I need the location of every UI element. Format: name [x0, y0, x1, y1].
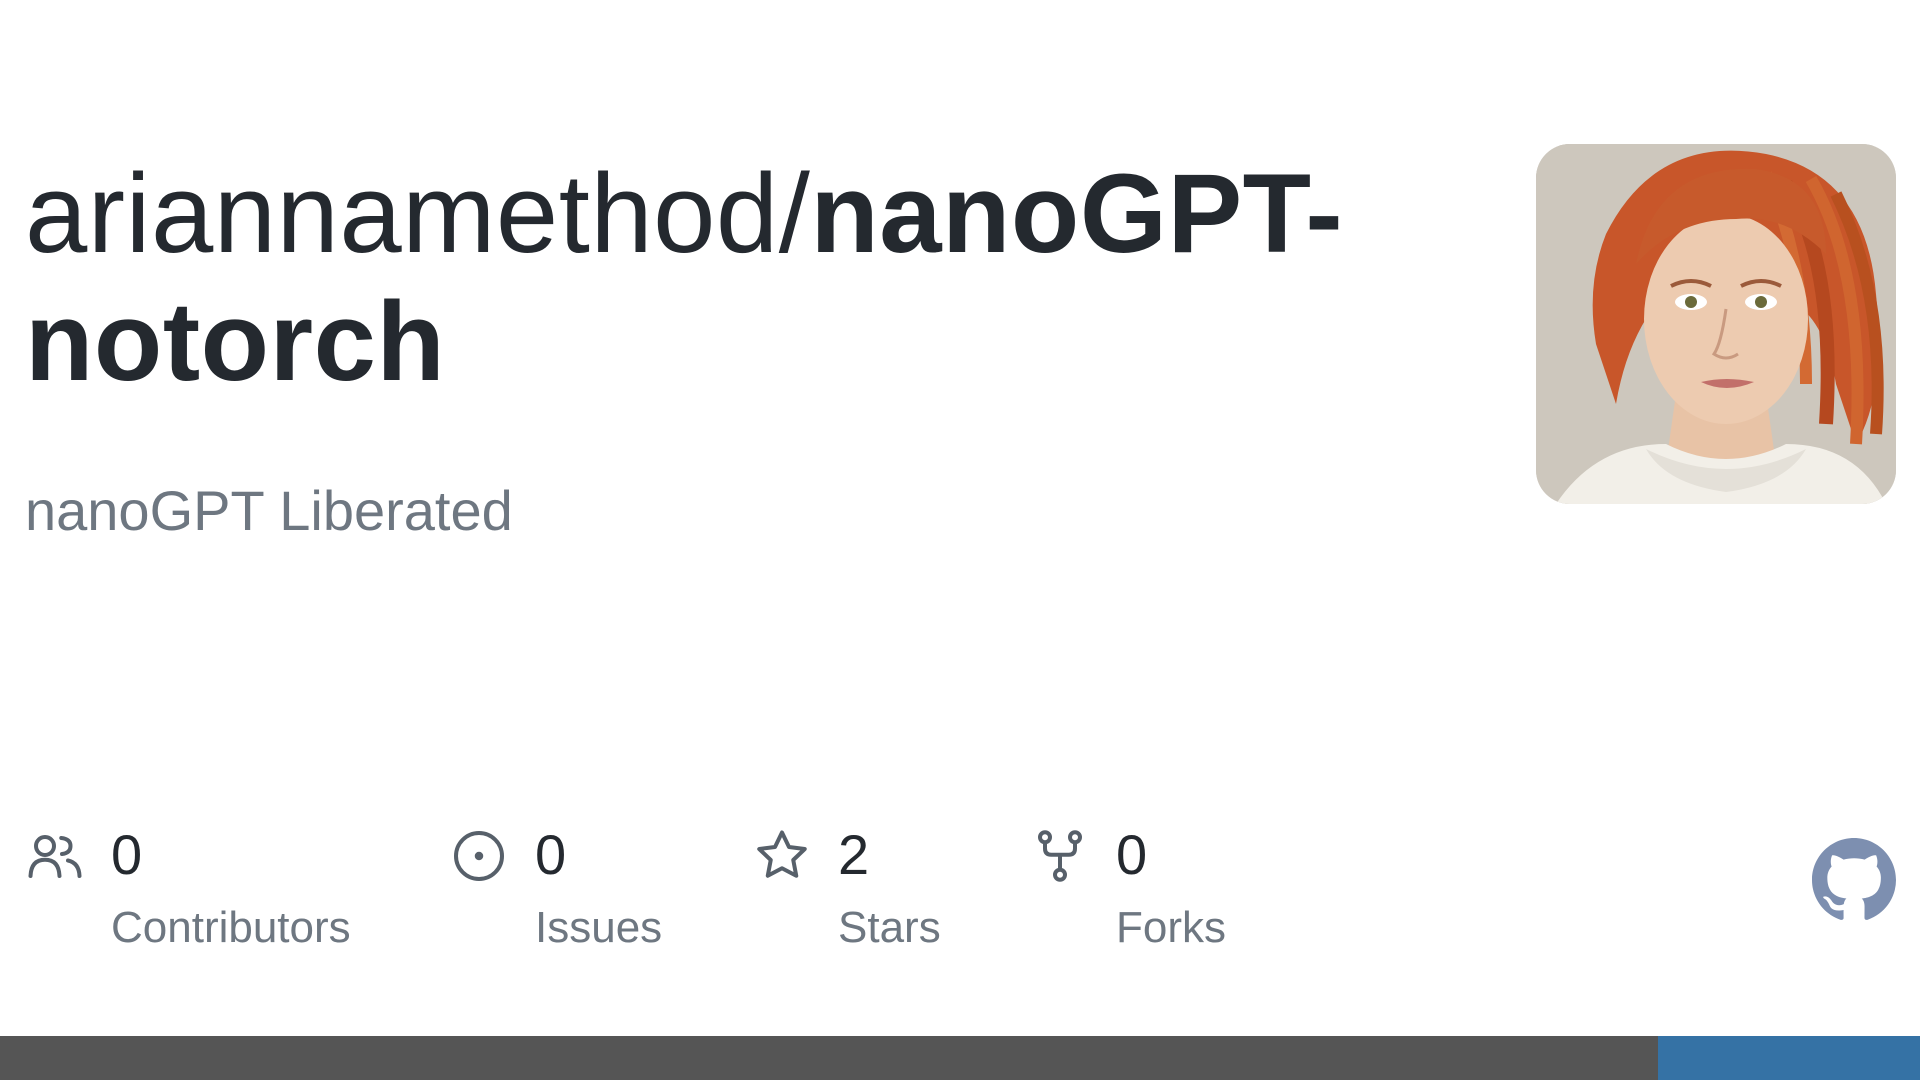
owner-avatar[interactable] — [1536, 144, 1896, 504]
stars-count: 2 — [838, 823, 870, 886]
issues-count: 0 — [535, 823, 567, 886]
avatar-illustration — [1536, 144, 1896, 504]
repo-owner[interactable]: ariannamethod/ — [25, 151, 810, 276]
people-icon — [25, 826, 85, 886]
repo-description: nanoGPT Liberated — [25, 479, 513, 542]
github-mark-icon[interactable] — [1812, 838, 1896, 922]
issues-label: Issues — [535, 903, 663, 952]
repo-social-card: ariannamethod/nanoGPT-notorch nanoGPT Li… — [0, 0, 1920, 1080]
language-bar-segment — [1658, 1036, 1920, 1080]
forks-count: 0 — [1116, 823, 1148, 886]
language-bar — [0, 1036, 1920, 1080]
star-icon — [752, 826, 812, 886]
repo-stats: 0 Contributors 0 Issues 2 Stars 0 Forks — [0, 820, 1920, 980]
language-bar-segment — [0, 1036, 1658, 1080]
forks-label: Forks — [1116, 903, 1226, 952]
contributors-label: Contributors — [111, 903, 351, 952]
contributors-count: 0 — [111, 823, 143, 886]
repo-title[interactable]: ariannamethod/nanoGPT-notorch — [25, 150, 1445, 406]
issue-icon — [449, 826, 509, 886]
fork-icon — [1030, 826, 1090, 886]
stars-label: Stars — [838, 903, 941, 952]
